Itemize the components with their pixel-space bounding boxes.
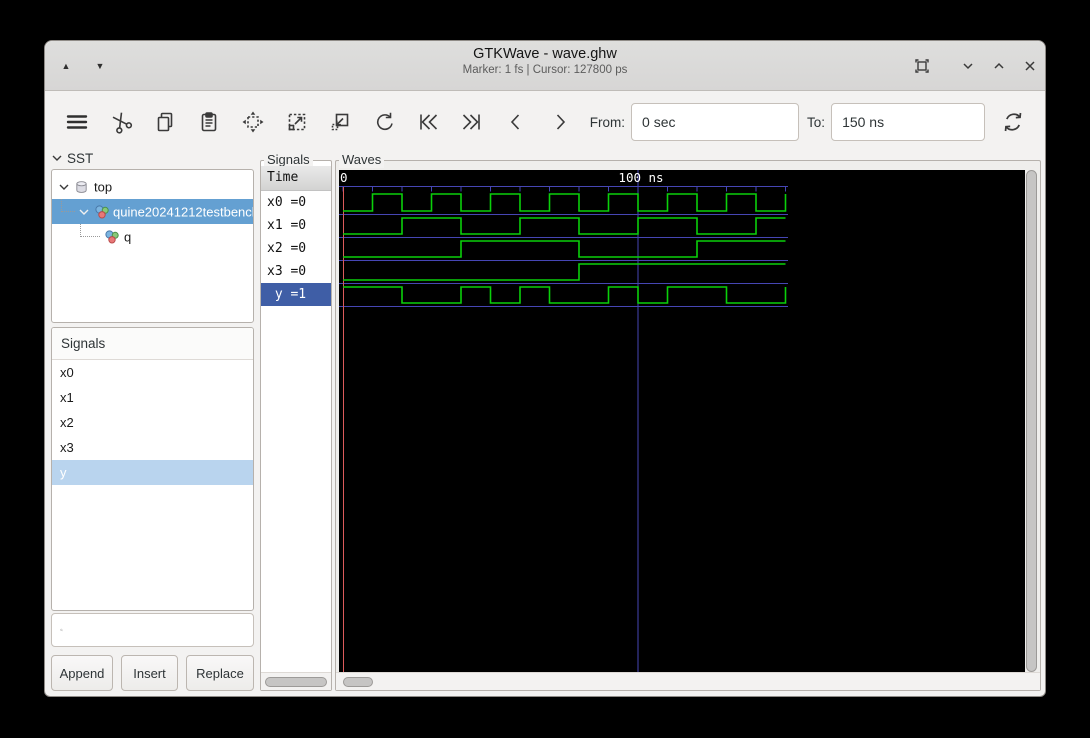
expander-chevron-icon — [51, 152, 63, 164]
waves-hscrollbar[interactable] — [336, 672, 1040, 690]
list-item-x1[interactable]: x1 — [52, 385, 253, 410]
skip-end-icon — [460, 110, 484, 134]
list-item-y[interactable]: y — [52, 460, 253, 485]
to-label: To: — [807, 115, 825, 130]
chevron-down-icon — [960, 58, 976, 74]
signals-list-header: Signals — [52, 328, 253, 360]
svg-text:100 ns: 100 ns — [618, 170, 663, 185]
tree-item-top[interactable]: top — [52, 174, 253, 199]
append-button[interactable]: Append — [51, 655, 113, 691]
unshade-button[interactable] — [988, 55, 1010, 77]
marker-cursor-status: Marker: 1 fs | Cursor: 127800 ps — [45, 64, 1045, 76]
tree-connector — [61, 199, 75, 212]
wave-svg[interactable]: 0 100 ns — [339, 170, 1025, 672]
value-row[interactable]: x2 =0 — [261, 237, 331, 260]
clipboard-paste-icon — [197, 110, 221, 134]
close-icon — [1022, 58, 1038, 74]
chevron-up-icon — [991, 58, 1007, 74]
chevron-right-icon — [548, 110, 572, 134]
zoom-out-icon — [328, 110, 352, 134]
reload-icon — [1000, 109, 1026, 135]
tree-item-label: q — [124, 229, 131, 244]
sst-tree-panel: top quine20241212testbench q — [51, 169, 254, 323]
value-row[interactable]: x3 =0 — [261, 260, 331, 283]
signals-list-panel: Signals x0x1x2x3y — [51, 327, 254, 611]
tree-expander-icon[interactable] — [58, 181, 70, 193]
sst-expander[interactable]: SST — [51, 149, 93, 167]
sst-label: SST — [67, 151, 93, 166]
tree-item-label: quine20241212testbench — [113, 204, 254, 219]
zoom-fit-button[interactable] — [239, 108, 267, 136]
waves-frame: Waves 0100 ns — [335, 160, 1041, 691]
time-header[interactable]: Time — [261, 166, 331, 191]
titlebar[interactable]: ▲ ▼ GTKWave - wave.ghw Marker: 1 fs | Cu… — [45, 41, 1045, 91]
module-spheres-icon — [94, 204, 110, 220]
list-item-x3[interactable]: x3 — [52, 435, 253, 460]
waves-frame-label: Waves — [339, 152, 384, 168]
value-row[interactable]: x1 =0 — [261, 214, 331, 237]
search-icon — [60, 622, 63, 638]
signal-values-frame: Signals Time x0 =0x1 =0x2 =0x3 =0 y =1 — [260, 160, 332, 691]
value-row[interactable]: y =1 — [261, 283, 331, 306]
cut-button[interactable] — [107, 108, 135, 136]
tree-item-testbench[interactable]: quine20241212testbench — [52, 199, 253, 224]
previous-edge-button[interactable] — [502, 108, 530, 136]
reload-button[interactable] — [999, 108, 1027, 136]
skip-to-start-button[interactable] — [414, 108, 442, 136]
tree-item-label: top — [94, 179, 112, 194]
copy-button[interactable] — [151, 108, 179, 136]
zoom-in-icon — [285, 110, 309, 134]
copy-icon — [153, 110, 177, 134]
waves-vscrollbar[interactable] — [1025, 170, 1038, 672]
maximize-button[interactable] — [911, 55, 933, 77]
to-input[interactable] — [831, 103, 985, 141]
search-box[interactable] — [51, 613, 254, 647]
module-spheres-icon — [104, 229, 120, 245]
from-label: From: — [590, 115, 625, 130]
hamburger-menu-icon — [63, 108, 91, 136]
tree-expander-icon[interactable] — [78, 206, 90, 218]
scissors-icon — [109, 110, 133, 134]
next-edge-button[interactable] — [546, 108, 574, 136]
close-button[interactable] — [1019, 55, 1041, 77]
paste-button[interactable] — [195, 108, 223, 136]
skip-to-end-button[interactable] — [458, 108, 486, 136]
insert-button[interactable]: Insert — [121, 655, 178, 691]
values-hscrollbar[interactable] — [261, 672, 331, 690]
zoom-fit-icon — [241, 110, 265, 134]
signals-list: x0x1x2x3y — [52, 360, 253, 485]
scrollbar-thumb[interactable] — [343, 677, 373, 687]
window-title: GTKWave - wave.ghw — [45, 46, 1045, 62]
zoom-in-button[interactable] — [283, 108, 311, 136]
gtkwave-window: ▲ ▼ GTKWave - wave.ghw Marker: 1 fs | Cu… — [44, 40, 1046, 697]
action-buttons: Append Insert Replace — [51, 655, 254, 691]
values-list: x0 =0x1 =0x2 =0x3 =0 y =1 — [261, 191, 331, 306]
main-area: SST top quine20241212testbench q Signa — [45, 153, 1045, 696]
scrollbar-thumb[interactable] — [265, 677, 327, 687]
database-icon — [74, 179, 89, 195]
menu-button[interactable] — [63, 108, 91, 136]
list-item-x2[interactable]: x2 — [52, 410, 253, 435]
svg-text:0: 0 — [340, 170, 348, 185]
shade-button[interactable] — [957, 55, 979, 77]
scrollbar-thumb[interactable] — [1026, 170, 1037, 672]
toolbar: From: To: — [45, 91, 1045, 153]
zoom-out-button[interactable] — [326, 108, 354, 136]
maximize-icon — [914, 58, 930, 74]
from-input[interactable] — [631, 103, 799, 141]
list-item-x0[interactable]: x0 — [52, 360, 253, 385]
undo-button[interactable] — [370, 108, 398, 136]
tree-connector — [80, 224, 100, 237]
undo-icon — [372, 110, 396, 134]
chevron-left-icon — [504, 110, 528, 134]
skip-start-icon — [416, 110, 440, 134]
search-input[interactable] — [69, 623, 245, 638]
value-row[interactable]: x0 =0 — [261, 191, 331, 214]
tree-item-q[interactable]: q — [52, 224, 253, 249]
replace-button[interactable]: Replace — [186, 655, 254, 691]
